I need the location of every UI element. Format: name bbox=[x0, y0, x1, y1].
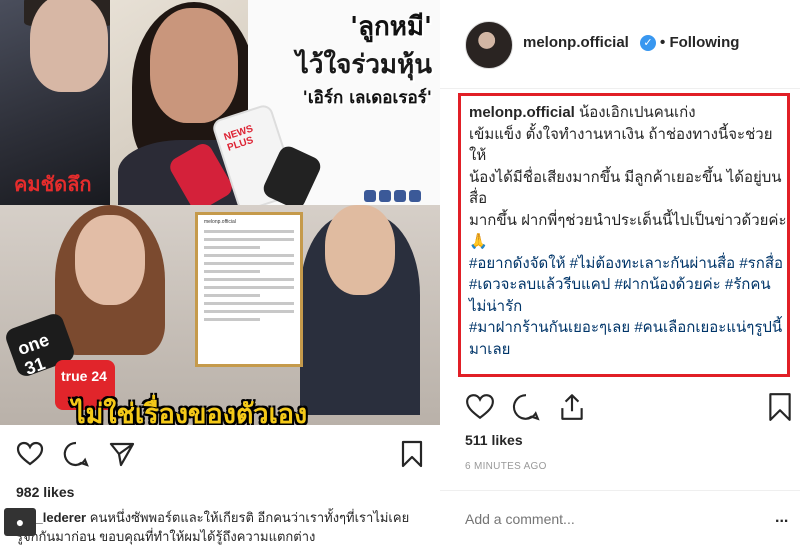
facebook-icon bbox=[379, 190, 391, 202]
verified-badge-icon: ✓ bbox=[640, 35, 656, 51]
comment-line: มากขึ้น ฝากพี่ๆช่วยนำประเด็นนี้ไปเป็นข่า… bbox=[469, 211, 787, 251]
user-icon: ● bbox=[4, 508, 36, 536]
text-line bbox=[204, 254, 294, 257]
header-username[interactable]: melonp.official bbox=[523, 34, 629, 51]
separator: • bbox=[660, 34, 666, 51]
face bbox=[325, 205, 395, 295]
post-caption: erk_lederer คนหนึ่งซัพพอร์ตและให้เกียรติ… bbox=[16, 508, 421, 546]
post-header: melonp.official ✓ • Following bbox=[440, 0, 800, 89]
comment-screenshot: melonp.official bbox=[195, 212, 303, 367]
comment-composer: ... bbox=[440, 490, 800, 547]
mic-label: true 24 bbox=[61, 368, 107, 384]
hashtag-line[interactable]: #มาฝากร้านกันเยอะๆเลย #คนเลือกเยอะแน่ๆรู… bbox=[469, 319, 782, 358]
comment-input[interactable] bbox=[465, 509, 725, 529]
post-timestamp: 6 MINUTES AGO bbox=[465, 461, 547, 472]
right-action-row bbox=[465, 392, 795, 424]
avatar[interactable] bbox=[465, 21, 513, 69]
heart-icon[interactable] bbox=[16, 440, 44, 468]
comment-line: น้องเอิกเปนคนเก่ง bbox=[579, 104, 696, 121]
text-line bbox=[204, 262, 294, 265]
face bbox=[75, 215, 145, 305]
left-post: 'ลูกหมี' ไว้ใจร่วมหุ้น 'เอิร์ก เลเดอเรอร… bbox=[0, 0, 441, 546]
text-line bbox=[204, 286, 294, 289]
screenshot-head: melonp.official bbox=[204, 219, 236, 225]
post-image[interactable]: 'ลูกหมี' ไว้ใจร่วมหุ้น 'เอิร์ก เลเดอเรอร… bbox=[0, 0, 440, 425]
paper-plane-icon[interactable] bbox=[108, 440, 136, 468]
text-line bbox=[204, 310, 294, 313]
right-post: melonp.official ✓ • Following melonp.off… bbox=[440, 0, 800, 546]
bookmark-icon[interactable] bbox=[398, 440, 426, 468]
like-count[interactable]: 982 likes bbox=[16, 484, 74, 500]
text-line bbox=[204, 230, 294, 233]
text-line bbox=[204, 270, 261, 273]
text-line bbox=[204, 318, 261, 321]
text-line bbox=[204, 302, 294, 305]
comment-line: น้องได้มีชื่อเสียงมากขึ้น มีลูกค้าเยอะขึ… bbox=[469, 168, 782, 208]
image-banner: ไม่ใช่เรื่องของตัวเอง bbox=[72, 399, 308, 425]
comment-line: เข้มแข็ง ตั้งใจทำงานหาเงิน ถ้าช่องทางนี้… bbox=[469, 125, 773, 165]
share-upload-icon[interactable] bbox=[557, 392, 587, 422]
text-line bbox=[204, 278, 294, 281]
hashtag-line[interactable]: #เดวจะลบแล้วรีบแคป #ฝากน้องด้วยค่ะ #รักค… bbox=[469, 276, 771, 315]
headline-3: 'เอิร์ก เลเดอเรอร์' bbox=[302, 88, 432, 108]
follow-status[interactable]: • Following bbox=[660, 34, 739, 51]
like-count[interactable]: 511 likes bbox=[465, 432, 523, 448]
mic-label: NEWS PLUS bbox=[222, 123, 255, 154]
hashtag-line[interactable]: #อยากดังจัดให้ #ไม่ต้องทะเลาะกันผ่านสื่อ… bbox=[469, 255, 783, 272]
logo: คมชัดลึก bbox=[14, 172, 92, 196]
collage-top: 'ลูกหมี' ไว้ใจร่วมหุ้น 'เอิร์ก เลเดอเรอร… bbox=[0, 0, 440, 220]
text-line bbox=[204, 294, 261, 297]
bookmark-icon[interactable] bbox=[765, 392, 795, 422]
comment-text: melonp.official น้องเอิกเปนคนเก่ง เข้มแข… bbox=[469, 102, 787, 360]
left-action-row bbox=[16, 440, 426, 468]
text-line bbox=[204, 238, 294, 241]
comment-username[interactable]: melonp.official bbox=[469, 104, 575, 121]
social-icons bbox=[364, 190, 421, 202]
text-line bbox=[204, 246, 261, 249]
following-label[interactable]: Following bbox=[669, 34, 739, 51]
more-options-icon[interactable]: ... bbox=[775, 509, 788, 527]
face bbox=[150, 8, 238, 123]
headline-1: 'ลูกหมี' bbox=[350, 12, 432, 42]
globe-icon bbox=[364, 190, 376, 202]
highlighted-comment: melonp.official น้องเอิกเปนคนเก่ง เข้มแข… bbox=[458, 93, 790, 377]
headline-2: ไว้ใจร่วมหุ้น bbox=[295, 50, 432, 80]
youtube-icon bbox=[409, 190, 421, 202]
comment-bubble-icon[interactable] bbox=[511, 392, 541, 422]
heart-icon[interactable] bbox=[465, 392, 495, 422]
face bbox=[30, 0, 108, 92]
twitter-icon bbox=[394, 190, 406, 202]
comment-bubble-icon[interactable] bbox=[62, 440, 90, 468]
